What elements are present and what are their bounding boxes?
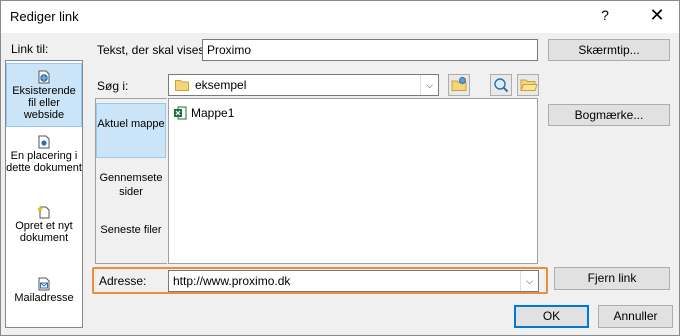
file-list[interactable]: Mappe1 [168, 98, 538, 264]
screentip-button[interactable]: Skærmtip... [548, 39, 670, 61]
text-to-display-field[interactable]: Proximo [202, 39, 538, 61]
link-to-place-in-document[interactable]: En placering i dette dokument [6, 133, 82, 191]
address-label: Adresse: [99, 274, 147, 288]
close-button[interactable]: ✕ [647, 5, 667, 25]
browse-side-tabs: Aktuel mappe Gennemsete sider Seneste fi… [95, 98, 167, 264]
link-to-new-document-label: Opret et nyt dokument [15, 220, 73, 244]
tab-current-folder[interactable]: Aktuel mappe [96, 103, 166, 158]
link-to-pane: Eksisterende fil eller webside En placer… [5, 60, 83, 328]
link-to-place-label: En placering i dette dokument [6, 150, 82, 174]
remove-link-button[interactable]: Fjern link [554, 267, 670, 290]
browse-file-icon [494, 78, 509, 93]
text-to-display-label: Tekst, der skal vises: [97, 43, 208, 57]
open-folder-icon [520, 79, 538, 91]
email-icon [38, 277, 50, 291]
browse-web-icon [451, 77, 467, 91]
look-in-combobox[interactable]: eksempel ⌵ [168, 74, 439, 96]
link-to-existing-file[interactable]: Eksisterende fil eller webside [6, 63, 82, 127]
link-to-label: Link til: [11, 42, 49, 56]
list-item[interactable]: Mappe1 [173, 105, 234, 121]
new-document-icon [37, 206, 50, 219]
link-to-existing-file-label: Eksisterende fil eller webside [12, 85, 76, 121]
browse-file-button[interactable] [490, 74, 512, 96]
excel-file-icon [174, 106, 187, 120]
chevron-down-icon[interactable]: ⌵ [520, 271, 538, 291]
ok-button[interactable]: OK [514, 305, 589, 328]
tab-browsed-pages[interactable]: Gennemsete sider [96, 169, 166, 209]
address-value: http://www.proximo.dk [173, 274, 291, 288]
browse-web-button[interactable] [448, 74, 470, 96]
folder-icon [175, 80, 189, 91]
cancel-button[interactable]: Annuller [598, 305, 673, 328]
bookmark-button[interactable]: Bogmærke... [548, 104, 670, 126]
tab-recent-files[interactable]: Seneste filer [96, 221, 166, 261]
place-in-document-icon [38, 135, 50, 149]
look-in-value: eksempel [195, 78, 247, 92]
open-folder-button[interactable] [517, 74, 539, 96]
title-bar: Rediger link ? ✕ [1, 1, 679, 33]
dialog-title: Rediger link [10, 9, 79, 24]
help-button[interactable]: ? [597, 7, 613, 23]
file-name: Mappe1 [191, 106, 235, 120]
edit-hyperlink-dialog: Rediger link ? ✕ Link til: Eksisterende … [0, 0, 680, 336]
existing-file-icon [38, 70, 50, 84]
look-in-label: Søg i: [97, 79, 129, 93]
link-to-new-document[interactable]: Opret et nyt dokument [6, 203, 82, 253]
chevron-down-icon[interactable]: ⌵ [420, 75, 438, 95]
address-combobox[interactable]: http://www.proximo.dk ⌵ [168, 270, 539, 292]
link-to-email-label: Mailadresse [14, 292, 74, 304]
link-to-email[interactable]: Mailadresse [6, 275, 82, 315]
